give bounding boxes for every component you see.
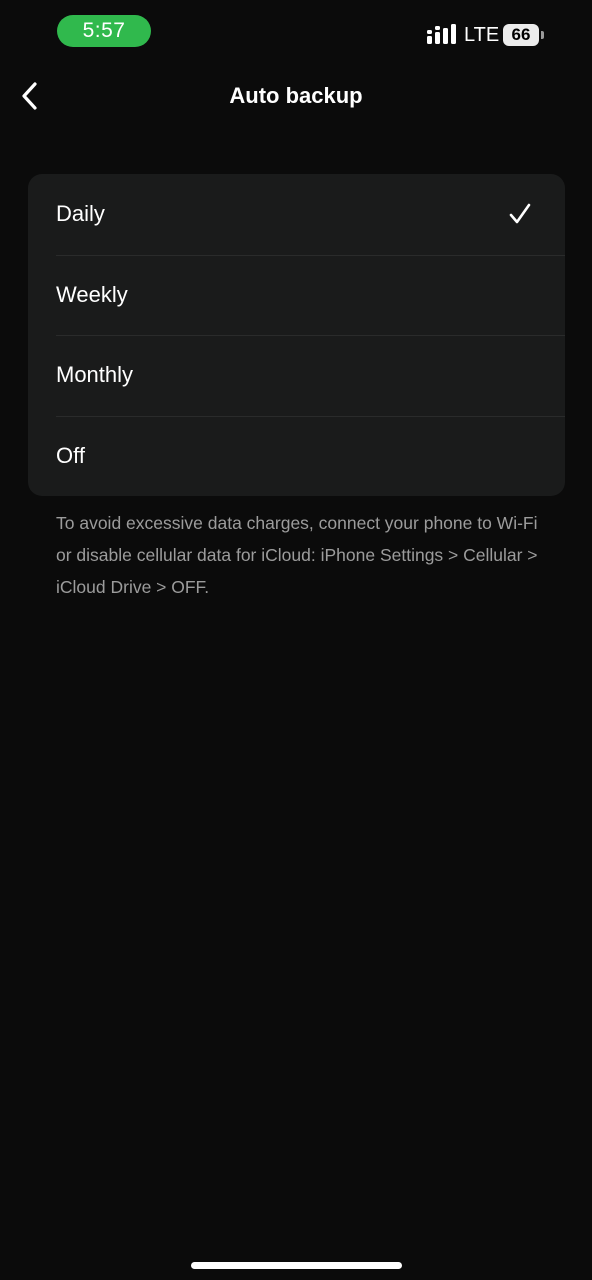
network-type: LTE [464,24,500,46]
option-off[interactable]: Off [28,415,565,497]
option-weekly[interactable]: Weekly [28,254,565,336]
option-label: Off [56,442,85,468]
option-monthly[interactable]: Monthly [28,335,565,416]
checkmark-icon [509,203,531,224]
battery-tip-icon [541,31,544,39]
page-title: Auto backup [229,83,363,108]
home-indicator[interactable] [191,1262,402,1269]
data-charges-footnote: To avoid excessive data charges, connect… [56,513,538,597]
option-label: Monthly [56,362,134,388]
cellular-signal-icon [427,24,456,44]
battery-indicator: 66 [503,24,539,46]
option-daily[interactable]: Daily [28,174,565,255]
status-bar: 5:57 LTE 66 [0,0,592,70]
option-label: Daily [56,201,105,227]
backup-frequency-list: Daily Weekly Monthly Off [28,174,565,496]
status-time: 5:57 [57,15,151,47]
option-label: Weekly [56,281,128,307]
